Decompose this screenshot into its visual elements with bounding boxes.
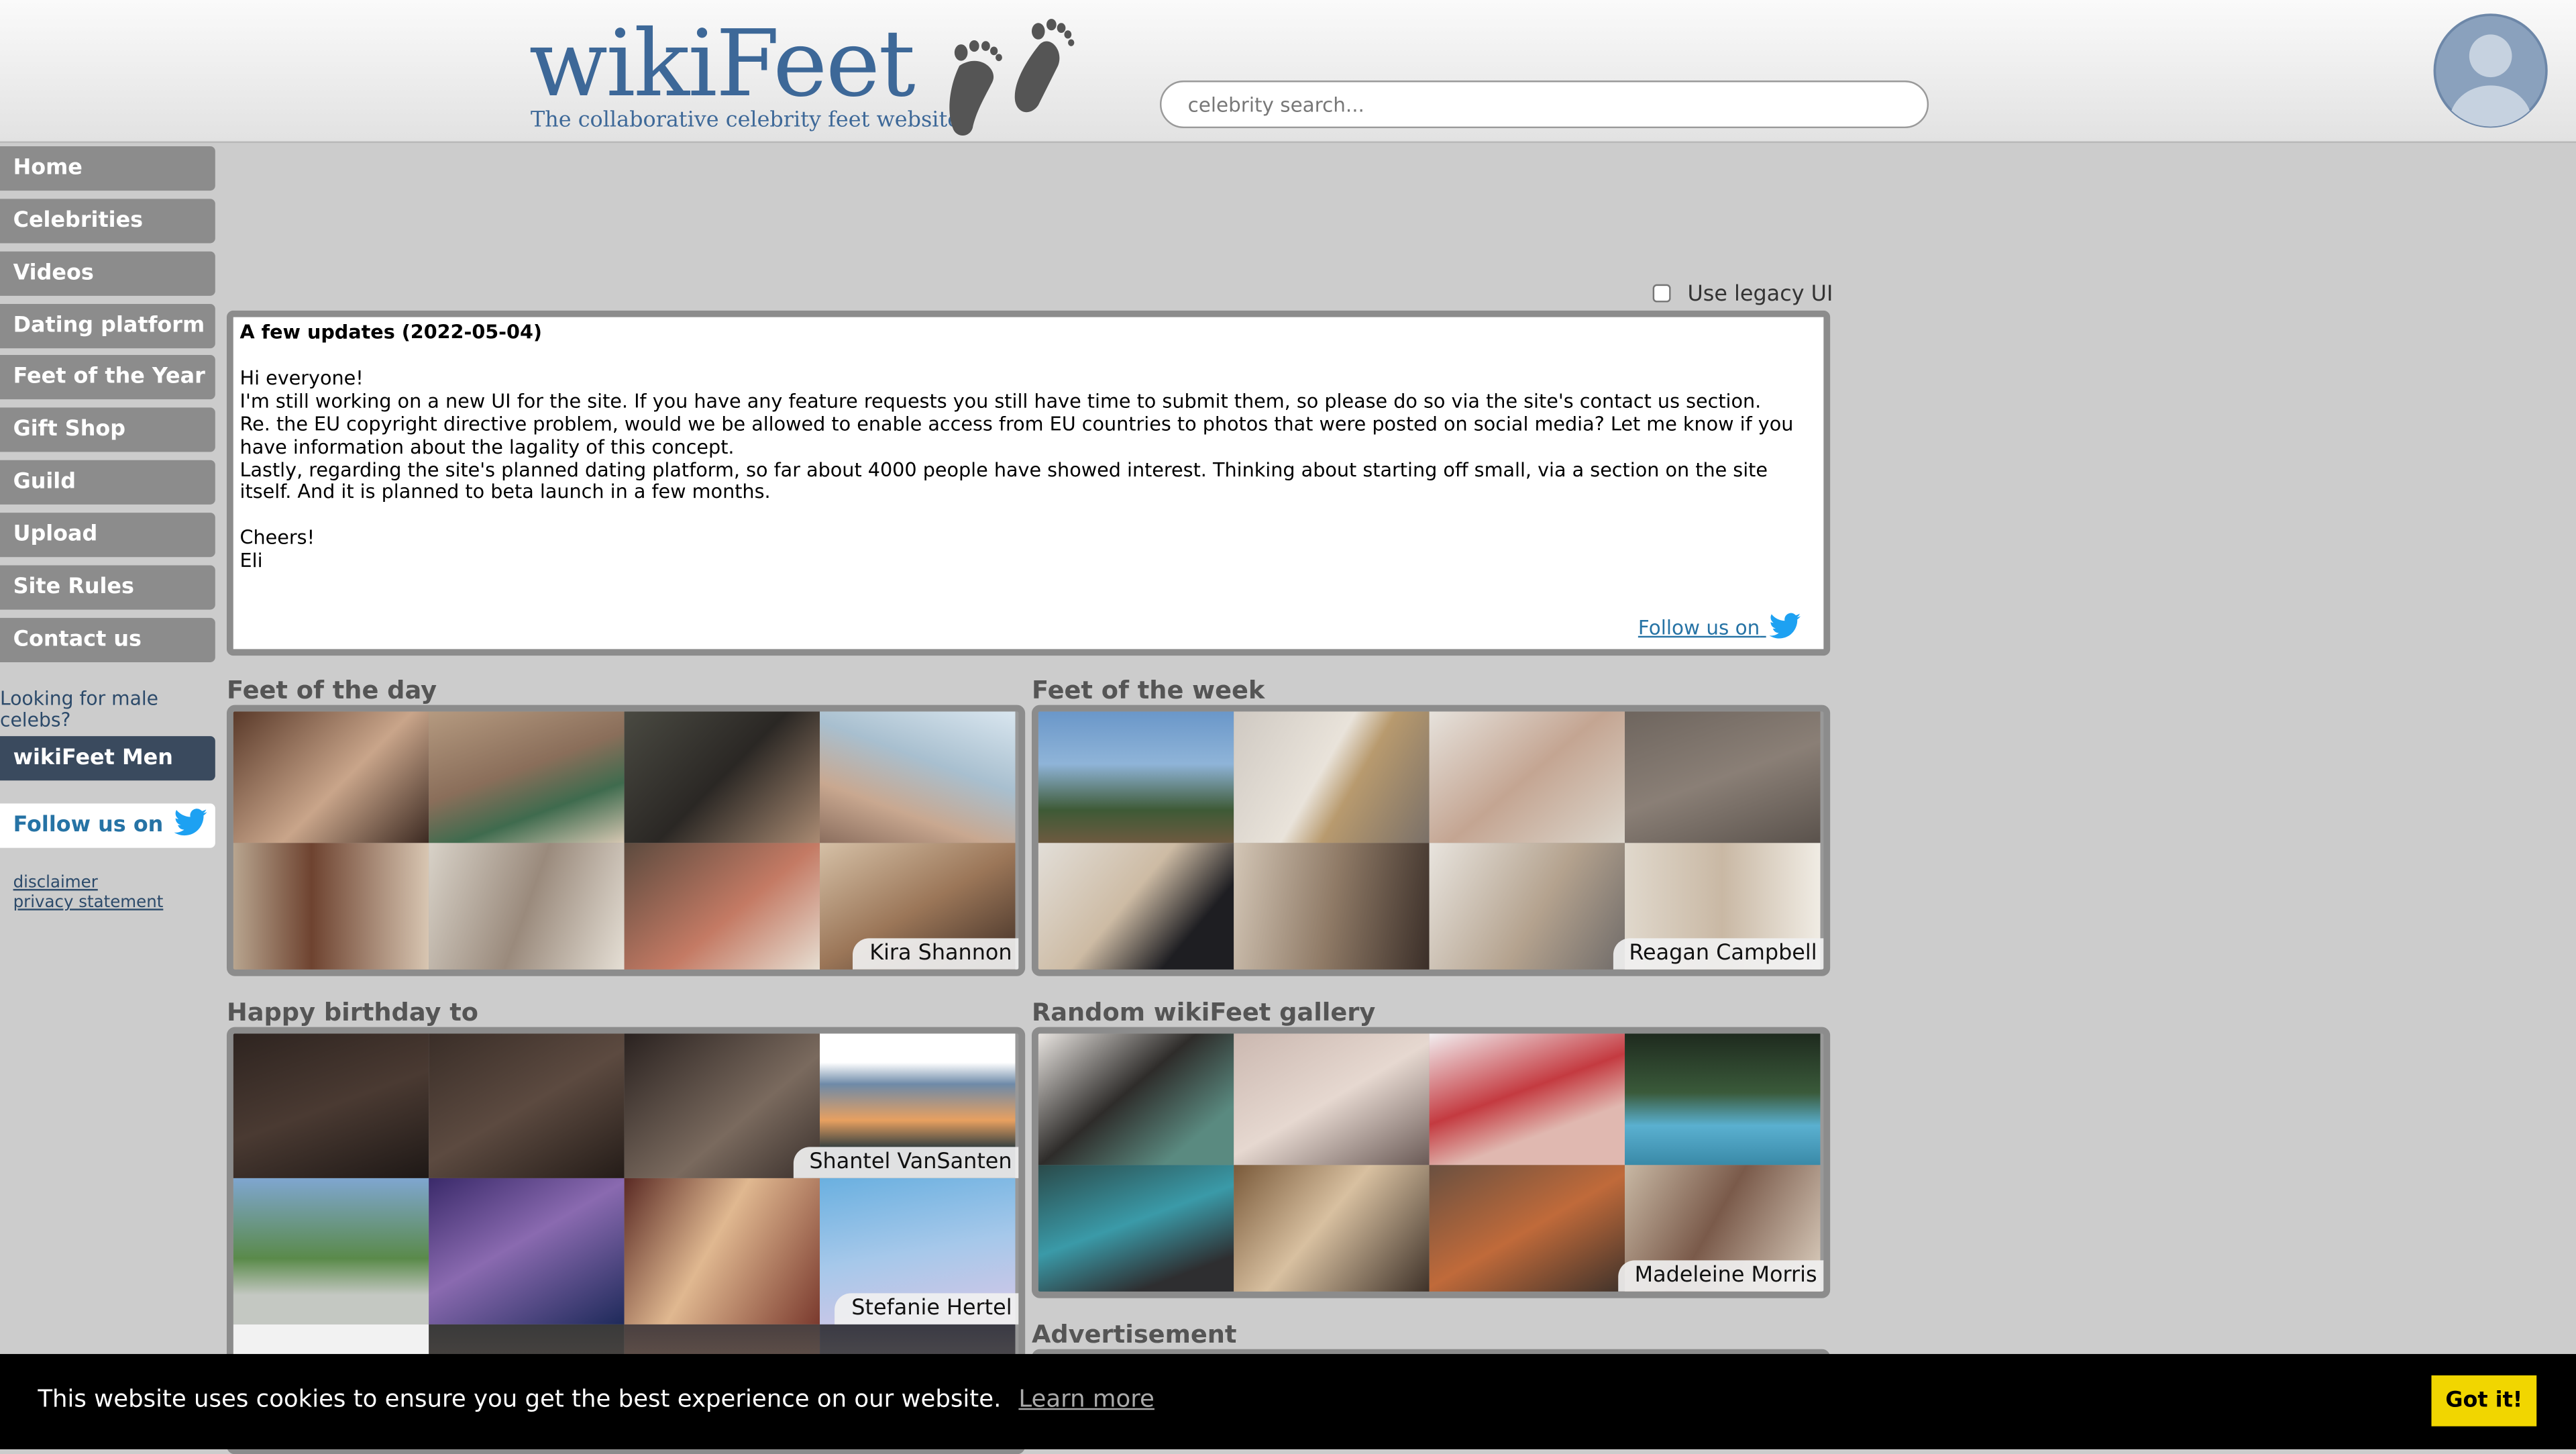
gallery-thumbnail[interactable] — [233, 843, 429, 970]
nav-gift-shop[interactable]: Gift Shop — [0, 407, 215, 452]
twitter-bird-icon — [174, 809, 207, 836]
gallery-thumbnail[interactable] — [1234, 1165, 1430, 1292]
gallery-thumbnail[interactable] — [1234, 843, 1430, 970]
gallery-caption[interactable]: Shantel VanSanten — [792, 1147, 1019, 1178]
site-header: wikiFeet The collaborative celebrity fee… — [0, 0, 2576, 144]
gallery-thumbnail[interactable] — [820, 711, 1016, 843]
news-panel: A few updates (2022-05-04) Hi everyone! … — [226, 310, 1831, 656]
nav-site-rules[interactable]: Site Rules — [0, 565, 215, 610]
gallery-thumbnail[interactable] — [1429, 1165, 1625, 1292]
gallery-thumbnail[interactable] — [624, 1178, 820, 1325]
twitter-bird-icon — [1769, 613, 1801, 639]
gallery-thumbnail[interactable] — [624, 1033, 820, 1178]
gallery-thumbnail[interactable] — [233, 711, 429, 843]
gallery-thumbnail[interactable] — [233, 1033, 429, 1178]
gallery-thumbnail[interactable] — [624, 843, 820, 970]
gallery-thumbnail[interactable] — [1429, 843, 1625, 970]
news-follow-link[interactable]: Follow us on — [1638, 613, 1801, 641]
news-title: A few updates (2022-05-04) — [239, 320, 542, 344]
legacy-ui-toggle[interactable]: Use legacy UI — [1652, 282, 1833, 307]
gallery-thumbnail[interactable] — [624, 711, 820, 843]
gallery-thumbnail[interactable] — [1038, 843, 1234, 970]
disclaimer-link[interactable]: disclaimer — [13, 874, 98, 892]
gallery-caption[interactable]: Stefanie Hertel — [835, 1293, 1019, 1325]
cookie-message: This website uses cookies to ensure you … — [38, 1386, 1002, 1414]
cookie-accept-button[interactable]: Got it! — [2431, 1375, 2537, 1426]
gallery-thumbnail[interactable] — [429, 711, 625, 843]
gallery-thumbnail[interactable] — [1038, 711, 1234, 843]
news-paragraph: I'm still working on a new UI for the si… — [239, 388, 1762, 413]
feet-of-the-day-title: Feet of the day — [226, 675, 437, 705]
gallery-thumbnail[interactable] — [1429, 711, 1625, 843]
gallery-thumbnail[interactable] — [1038, 1165, 1234, 1292]
news-paragraph: Lastly, regarding the site's planned dat… — [239, 458, 1768, 504]
gallery-thumbnail[interactable] — [1234, 1033, 1430, 1165]
gallery-thumbnail[interactable] — [1038, 1033, 1234, 1165]
gallery-thumbnail[interactable] — [429, 1178, 625, 1325]
feet-of-the-week-title: Feet of the week — [1031, 675, 1265, 705]
wikifeet-men-button[interactable]: wikiFeet Men — [0, 736, 215, 781]
news-paragraph: Re. the EU copyright directive problem, … — [239, 412, 1794, 458]
gallery-caption[interactable]: Kira Shannon — [853, 938, 1019, 970]
follow-us-button[interactable]: Follow us on — [0, 803, 215, 848]
nav-upload[interactable]: Upload — [0, 513, 215, 558]
feet-of-the-day-gallery[interactable]: Kira Shannon — [226, 705, 1026, 976]
legacy-ui-checkbox[interactable] — [1652, 284, 1671, 303]
gallery-thumbnail[interactable] — [1234, 711, 1430, 843]
cookie-learn-more-link[interactable]: Learn more — [1018, 1387, 1155, 1413]
nav-guild[interactable]: Guild — [0, 460, 215, 505]
news-greeting: Hi everyone! — [239, 366, 364, 390]
logo-tagline: The collaborative celebrity feet website — [531, 108, 961, 134]
happy-birthday-title: Happy birthday to — [226, 997, 479, 1027]
gallery-thumbnail[interactable] — [1625, 1033, 1821, 1165]
feet-of-the-week-gallery[interactable]: Reagan Campbell — [1031, 705, 1831, 976]
nav-contact-us[interactable]: Contact us — [0, 617, 215, 662]
legacy-ui-label: Use legacy UI — [1687, 282, 1833, 307]
random-gallery-title: Random wikiFeet gallery — [1031, 997, 1376, 1027]
gallery-thumbnail[interactable] — [1625, 711, 1821, 843]
nav-dating-platform[interactable]: Dating platform — [0, 304, 215, 349]
news-signature: Eli — [239, 549, 263, 572]
news-follow-label: Follow us on — [1638, 616, 1760, 639]
news-signoff: Cheers! — [239, 526, 315, 550]
gallery-caption[interactable]: Madeleine Morris — [1618, 1260, 1824, 1292]
logo-title[interactable]: wikiFeet — [529, 7, 916, 125]
celebrity-search-input[interactable] — [1159, 81, 1929, 129]
privacy-statement-link[interactable]: privacy statement — [13, 894, 164, 912]
nav-videos[interactable]: Videos — [0, 251, 215, 296]
gallery-thumbnail[interactable] — [233, 1178, 429, 1325]
gallery-thumbnail[interactable] — [429, 843, 625, 970]
gallery-caption[interactable]: Reagan Campbell — [1612, 938, 1824, 970]
nav-feet-of-the-year[interactable]: Feet of the Year — [0, 354, 215, 400]
follow-us-label: Follow us on — [13, 813, 164, 838]
cookie-banner: This website uses cookies to ensure you … — [0, 1353, 2576, 1450]
footprints-icon[interactable] — [940, 10, 1078, 138]
nav-home[interactable]: Home — [0, 146, 215, 191]
advertisement-title: Advertisement — [1031, 1319, 1237, 1349]
male-celebs-hint: Looking for male celebs? — [0, 686, 159, 731]
nav-celebrities[interactable]: Celebrities — [0, 199, 215, 244]
gallery-thumbnail[interactable] — [1429, 1033, 1625, 1165]
random-gallery[interactable]: Madeleine Morris — [1031, 1027, 1831, 1298]
gallery-thumbnail[interactable] — [429, 1033, 625, 1178]
user-avatar-icon[interactable] — [2433, 13, 2548, 128]
